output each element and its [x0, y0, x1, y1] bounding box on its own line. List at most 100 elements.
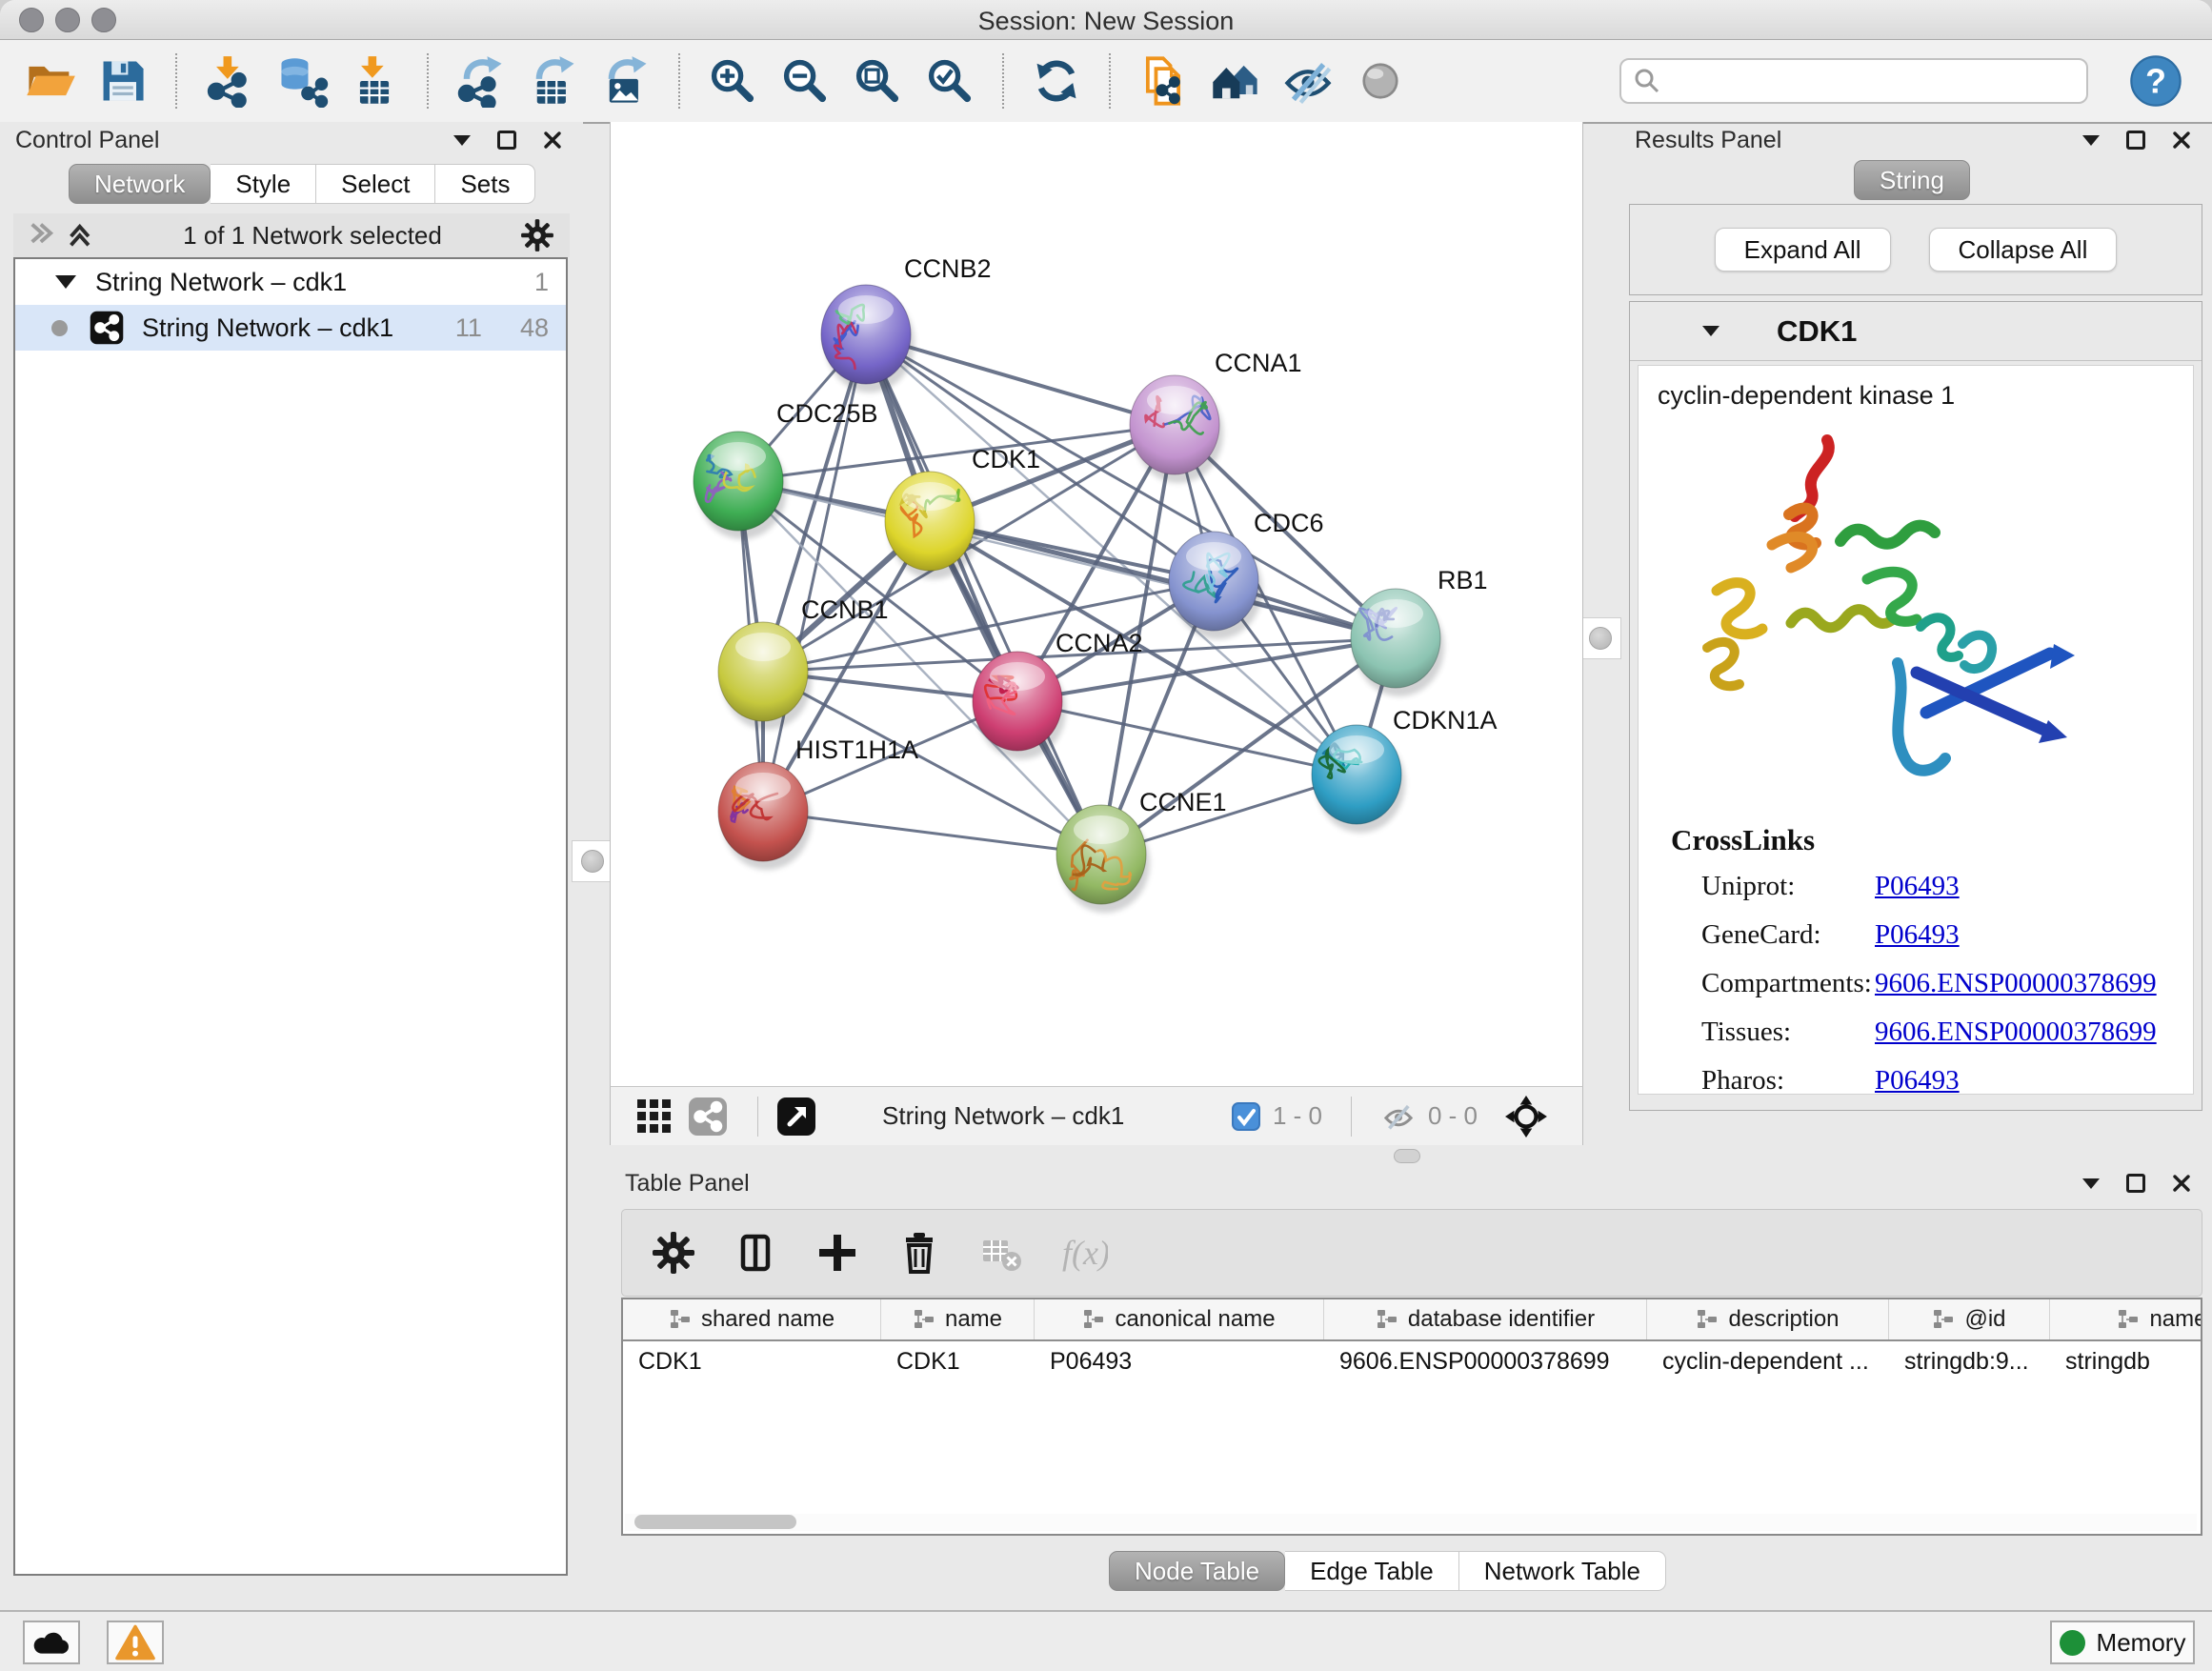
- tab-edge-table[interactable]: Edge Table: [1285, 1551, 1459, 1591]
- zoom-in-icon[interactable]: [703, 51, 762, 111]
- network-tree: String Network – cdk1 1 String Network –…: [13, 257, 568, 1576]
- column-header-shared-name[interactable]: shared name: [623, 1299, 881, 1339]
- float-panel-icon[interactable]: [2126, 131, 2145, 150]
- expand-all-icon[interactable]: [67, 221, 97, 250]
- expand-all-button[interactable]: Expand All: [1715, 228, 1891, 272]
- gene-section-header[interactable]: CDK1: [1630, 302, 2202, 361]
- control-panel-tabs: NetworkStyleSelectSets: [69, 164, 535, 204]
- collapse-all-button[interactable]: Collapse All: [1929, 228, 2118, 272]
- network-node-cdc6[interactable]: CDC6: [1169, 509, 1324, 639]
- network-selection-bar: 1 of 1 Network selected: [13, 213, 570, 257]
- collapse-section-icon[interactable]: [1702, 326, 1719, 336]
- new-network-from-file-icon[interactable]: [1134, 51, 1193, 111]
- panel-menu-icon[interactable]: [2082, 135, 2100, 146]
- tab-node-table[interactable]: Node Table: [1109, 1551, 1285, 1591]
- column-header-canonical-name[interactable]: canonical name: [1035, 1299, 1324, 1339]
- column-header-database-identifier[interactable]: database identifier: [1324, 1299, 1647, 1339]
- close-panel-icon[interactable]: [2172, 131, 2191, 150]
- zoom-fit-icon[interactable]: [848, 51, 907, 111]
- tab-select[interactable]: Select: [316, 164, 435, 204]
- export-image-icon[interactable]: [596, 51, 655, 111]
- show-columns-icon[interactable]: [729, 1226, 782, 1279]
- open-session-icon[interactable]: [21, 51, 80, 111]
- collapse-all-icon[interactable]: [27, 221, 57, 250]
- selected-checkbox-icon[interactable]: [1231, 1101, 1261, 1132]
- horizontal-scrollbar[interactable]: [625, 1514, 2197, 1531]
- close-panel-icon[interactable]: [543, 131, 562, 150]
- table-toolbar: f(x): [621, 1209, 2202, 1297]
- scrollbar-thumb[interactable]: [634, 1515, 796, 1529]
- tab-sets[interactable]: Sets: [435, 164, 535, 204]
- crosslink-link-tissues-[interactable]: 9606.ENSP00000378699: [1875, 1017, 2157, 1047]
- panel-menu-icon[interactable]: [2082, 1178, 2100, 1189]
- float-panel-icon[interactable]: [2126, 1174, 2145, 1193]
- column-header-description[interactable]: description: [1647, 1299, 1889, 1339]
- import-table-icon[interactable]: [345, 51, 404, 111]
- tab-string[interactable]: String: [1854, 160, 1970, 200]
- close-panel-icon[interactable]: [2172, 1174, 2191, 1193]
- zoom-out-icon[interactable]: [775, 51, 835, 111]
- network-node-hist1h1a[interactable]: HIST1H1A: [718, 735, 918, 870]
- network-node-ccna2[interactable]: CCNA2: [973, 629, 1143, 759]
- cloud-status-icon[interactable]: [23, 1621, 80, 1664]
- horizontal-splitter-grip[interactable]: [1394, 1149, 1420, 1163]
- help-icon[interactable]: ?: [2126, 51, 2185, 111]
- network-node-rb1[interactable]: RB1: [1351, 566, 1488, 696]
- grid-view-icon[interactable]: [633, 1096, 675, 1137]
- network-edge[interactable]: [866, 334, 1101, 855]
- column-header-name[interactable]: name: [881, 1299, 1035, 1339]
- first-neighbors-icon[interactable]: [1206, 51, 1265, 111]
- fit-selected-crosshair-icon[interactable]: [1504, 1095, 1548, 1138]
- search-input[interactable]: [1619, 58, 2088, 104]
- crosslink-link-pharos-[interactable]: P06493: [1875, 1065, 1960, 1095]
- add-column-icon[interactable]: [811, 1226, 864, 1279]
- crosslink-link-genecard-[interactable]: P06493: [1875, 919, 1960, 950]
- float-panel-icon[interactable]: [497, 131, 516, 150]
- table-row[interactable]: CDK1CDK1P064939606.ENSP00000378699cyclin…: [623, 1341, 2201, 1383]
- zoom-selected-icon[interactable]: [920, 51, 979, 111]
- network-collection-row[interactable]: String Network – cdk1 1: [15, 259, 566, 305]
- crosslink-label: Tissues:: [1701, 1017, 1875, 1048]
- network-edge[interactable]: [930, 521, 1396, 638]
- show-all-icon[interactable]: [1351, 51, 1410, 111]
- network-row[interactable]: String Network – cdk1 11 48: [15, 305, 566, 351]
- table-options-gear-icon[interactable]: [647, 1226, 700, 1279]
- node-label: CCNA2: [1056, 629, 1143, 657]
- network-edge[interactable]: [763, 812, 1101, 855]
- column-header--id[interactable]: @id: [1889, 1299, 2050, 1339]
- save-session-icon[interactable]: [93, 51, 152, 111]
- crosslinks-title: CrossLinks: [1671, 823, 2174, 857]
- results-panel-title: Results Panel: [1635, 127, 1781, 154]
- refresh-icon[interactable]: [1027, 51, 1086, 111]
- tab-style[interactable]: Style: [211, 164, 316, 204]
- tab-network[interactable]: Network: [69, 164, 211, 204]
- network-edge[interactable]: [1017, 701, 1357, 775]
- hide-selected-icon[interactable]: [1278, 51, 1337, 111]
- detach-view-icon[interactable]: [775, 1096, 817, 1137]
- crosslink-link-uniprot-[interactable]: P06493: [1875, 871, 1960, 901]
- gear-icon[interactable]: [518, 216, 556, 254]
- table-cell: 9606.ENSP00000378699: [1324, 1341, 1647, 1383]
- left-splitter-handle[interactable]: [572, 840, 613, 882]
- network-view-icon[interactable]: [687, 1096, 729, 1137]
- column-header-namespace[interactable]: namespace: [2050, 1299, 2202, 1339]
- network-node-ccnb1[interactable]: CCNB1: [718, 595, 889, 730]
- warning-icon[interactable]: [107, 1621, 164, 1664]
- network-node-ccne1[interactable]: CCNE1: [1056, 788, 1227, 913]
- table-header-row: shared namenamecanonical namedatabase id…: [623, 1299, 2201, 1341]
- collapse-icon[interactable]: [55, 275, 76, 289]
- crosslink-link-compartments-[interactable]: 9606.ENSP00000378699: [1875, 968, 2157, 998]
- export-table-icon[interactable]: [524, 51, 583, 111]
- export-network-icon[interactable]: [452, 51, 511, 111]
- import-network-file-icon[interactable]: [200, 51, 259, 111]
- import-network-database-icon[interactable]: [272, 51, 332, 111]
- right-splitter-handle[interactable]: [1579, 617, 1621, 659]
- network-canvas[interactable]: CCNB2CCNA1CDC25BCDK1CDC6RB1CCNB1CCNA2CDK…: [610, 122, 1583, 1086]
- delete-column-icon[interactable]: [893, 1226, 946, 1279]
- network-node-cdkn1a[interactable]: CDKN1A: [1312, 706, 1498, 833]
- panel-menu-icon[interactable]: [453, 135, 471, 146]
- table-cell: CDK1: [623, 1341, 881, 1383]
- crosslink-row: Tissues:9606.ENSP00000378699: [1701, 1017, 2174, 1048]
- tab-network-table[interactable]: Network Table: [1459, 1551, 1666, 1591]
- memory-button[interactable]: Memory: [2050, 1621, 2195, 1664]
